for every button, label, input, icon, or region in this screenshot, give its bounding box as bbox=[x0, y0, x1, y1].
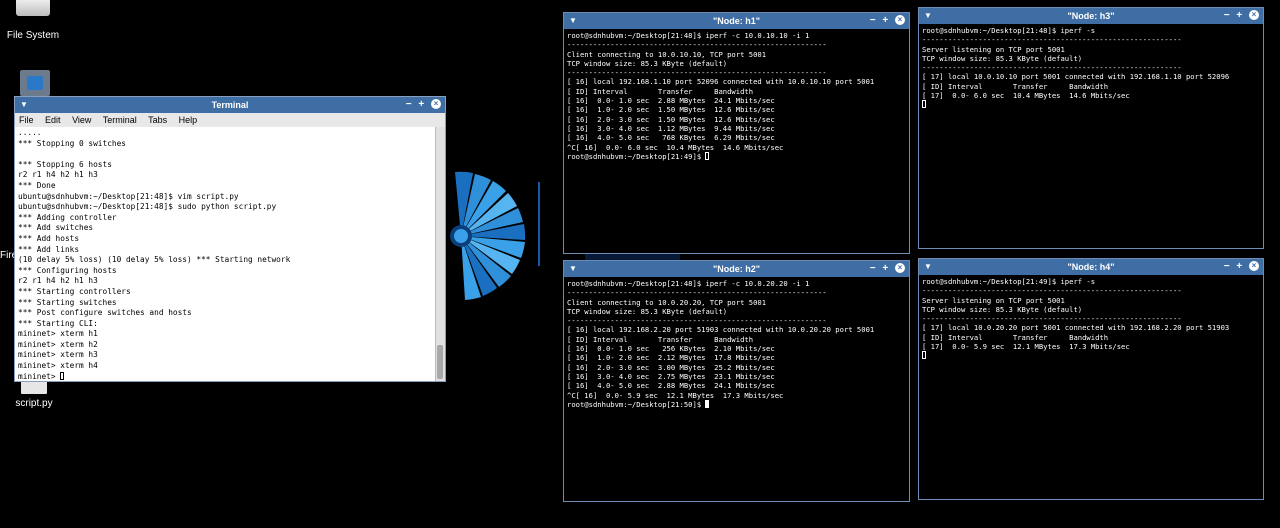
terminal-cursor bbox=[60, 371, 65, 380]
xterm-h4-output: root@sdnhubvm:~/Desktop[21:49]$ iperf -s… bbox=[922, 277, 1230, 352]
terminal-cursor bbox=[705, 399, 710, 408]
window-title: Terminal bbox=[211, 100, 249, 110]
xterm-h1-output: root@sdnhubvm:~/Desktop[21:48]$ iperf -c… bbox=[567, 31, 875, 161]
window-menu-icon[interactable]: ▼ bbox=[568, 16, 578, 25]
close-button[interactable]: × bbox=[895, 263, 905, 274]
xterm-h1-titlebar[interactable]: ▼ "Node: h1" − + × bbox=[564, 13, 909, 29]
terminal-area[interactable]: ..... *** Stopping 0 switches *** Stoppi… bbox=[15, 127, 445, 381]
maximize-button[interactable]: + bbox=[882, 15, 888, 26]
menu-terminal[interactable]: Terminal bbox=[103, 115, 137, 125]
xterm-h4-titlebar[interactable]: ▼ "Node: h4" − + × bbox=[919, 259, 1263, 275]
xterm-h3-area[interactable]: root@sdnhubvm:~/Desktop[21:48]$ iperf -s… bbox=[919, 24, 1263, 112]
menu-tabs[interactable]: Tabs bbox=[148, 115, 167, 125]
minimize-button[interactable]: − bbox=[1224, 10, 1230, 21]
desktop-icon-filesystem[interactable]: File System bbox=[4, 0, 62, 41]
desktop-icon-label: script.py bbox=[15, 398, 53, 409]
hard-drive-icon bbox=[16, 0, 50, 16]
close-button[interactable]: × bbox=[1249, 10, 1259, 21]
close-button[interactable]: × bbox=[1249, 261, 1259, 272]
maximize-button[interactable]: + bbox=[418, 99, 424, 110]
scrollbar-thumb[interactable] bbox=[437, 345, 443, 379]
xterm-h1-window[interactable]: ▼ "Node: h1" − + × root@sdnhubvm:~/Deskt… bbox=[563, 12, 910, 254]
xterm-h2-output: root@sdnhubvm:~/Desktop[21:48]$ iperf -c… bbox=[567, 279, 875, 409]
xterm-h3-output: root@sdnhubvm:~/Desktop[21:48]$ iperf -s… bbox=[922, 26, 1230, 101]
maximize-button[interactable]: + bbox=[1236, 261, 1242, 272]
minimize-button[interactable]: − bbox=[870, 15, 876, 26]
window-title: "Node: h4" bbox=[1067, 262, 1115, 272]
xterm-h3-titlebar[interactable]: ▼ "Node: h3" − + × bbox=[919, 8, 1263, 24]
desktop-icon-label: File System bbox=[6, 30, 60, 41]
maximize-button[interactable]: + bbox=[882, 263, 888, 274]
desktop-icon-script[interactable]: script.py bbox=[8, 378, 60, 409]
wallpaper-divider bbox=[538, 182, 540, 266]
xterm-h4-area[interactable]: root@sdnhubvm:~/Desktop[21:49]$ iperf -s… bbox=[919, 275, 1263, 363]
terminal-output: ..... *** Stopping 0 switches *** Stoppi… bbox=[18, 128, 291, 381]
terminal-cursor bbox=[922, 100, 926, 109]
xterm-h2-window[interactable]: ▼ "Node: h2" − + × root@sdnhubvm:~/Deskt… bbox=[563, 260, 910, 502]
window-title: "Node: h1" bbox=[712, 16, 761, 26]
xterm-h3-window[interactable]: ▼ "Node: h3" − + × root@sdnhubvm:~/Deskt… bbox=[918, 7, 1264, 249]
window-title: "Node: h2" bbox=[712, 264, 761, 274]
menu-edit[interactable]: Edit bbox=[45, 115, 61, 125]
close-button[interactable]: × bbox=[895, 15, 905, 26]
wallpaper-logo bbox=[440, 160, 530, 310]
close-button[interactable]: × bbox=[431, 99, 441, 110]
window-title: "Node: h3" bbox=[1067, 11, 1115, 21]
menu-view[interactable]: View bbox=[72, 115, 91, 125]
xterm-h1-area[interactable]: root@sdnhubvm:~/Desktop[21:48]$ iperf -c… bbox=[564, 29, 909, 164]
minimize-button[interactable]: − bbox=[870, 263, 876, 274]
window-menu-icon[interactable]: ▼ bbox=[19, 100, 29, 109]
fan-logo-icon bbox=[450, 171, 526, 300]
minimize-button[interactable]: − bbox=[406, 99, 412, 110]
menu-file[interactable]: File bbox=[19, 115, 34, 125]
xterm-h2-area[interactable]: root@sdnhubvm:~/Desktop[21:48]$ iperf -c… bbox=[564, 277, 909, 412]
xterm-h2-titlebar[interactable]: ▼ "Node: h2" − + × bbox=[564, 261, 909, 277]
home-folder-icon bbox=[20, 70, 50, 96]
window-menu-icon[interactable]: ▼ bbox=[568, 264, 578, 273]
xterm-h4-window[interactable]: ▼ "Node: h4" − + × root@sdnhubvm:~/Deskt… bbox=[918, 258, 1264, 500]
minimize-button[interactable]: − bbox=[1224, 261, 1230, 272]
desktop-icon-home[interactable] bbox=[18, 70, 52, 96]
window-menu-icon[interactable]: ▼ bbox=[923, 11, 933, 20]
terminal-cursor bbox=[705, 151, 710, 160]
terminal-menubar: File Edit View Terminal Tabs Help bbox=[15, 113, 445, 127]
window-menu-icon[interactable]: ▼ bbox=[923, 262, 933, 271]
terminal-titlebar[interactable]: ▼ Terminal − + × bbox=[15, 97, 445, 113]
maximize-button[interactable]: + bbox=[1236, 10, 1242, 21]
menu-help[interactable]: Help bbox=[179, 115, 198, 125]
terminal-cursor bbox=[922, 351, 926, 360]
terminal-window[interactable]: ▼ Terminal − + × File Edit View Terminal… bbox=[14, 96, 446, 382]
terminal-scrollbar[interactable] bbox=[435, 127, 445, 381]
